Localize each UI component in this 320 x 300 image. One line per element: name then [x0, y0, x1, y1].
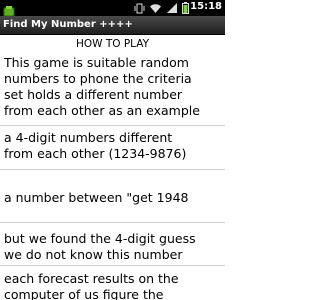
instruction-item: each forecast results on the computer of… — [4, 271, 179, 300]
instruction-item: This game is suitable random numbers to … — [4, 55, 200, 118]
how-to-play-header: HOW TO PLAY — [75, 38, 150, 50]
instruction-item: a 4-digit numbers different from each ot… — [4, 130, 187, 161]
divider — [0, 222, 225, 223]
vibrate-icon — [134, 0, 145, 18]
battery-icon — [182, 0, 189, 18]
signal-icon — [166, 0, 178, 18]
status-clock: 15:18 — [190, 1, 222, 12]
status-bar: 15:18 — [0, 0, 225, 18]
how-to-play-content[interactable]: HOW TO PLAY This game is suitable random… — [0, 35, 225, 300]
divider — [0, 125, 225, 126]
wifi-icon — [149, 0, 162, 18]
phone-screen: 15:18 Find My Number ++++ HOW TO PLAY Th… — [0, 0, 225, 300]
divider — [0, 265, 225, 266]
instruction-item: a number between "get 1948 — [4, 190, 189, 205]
app-title-bar: Find My Number ++++ — [0, 16, 225, 35]
divider — [0, 169, 225, 170]
app-title: Find My Number ++++ — [3, 19, 133, 30]
notification-icon[interactable] — [3, 2, 15, 17]
instruction-item: but we found the 4-digit guess we do not… — [4, 231, 196, 262]
